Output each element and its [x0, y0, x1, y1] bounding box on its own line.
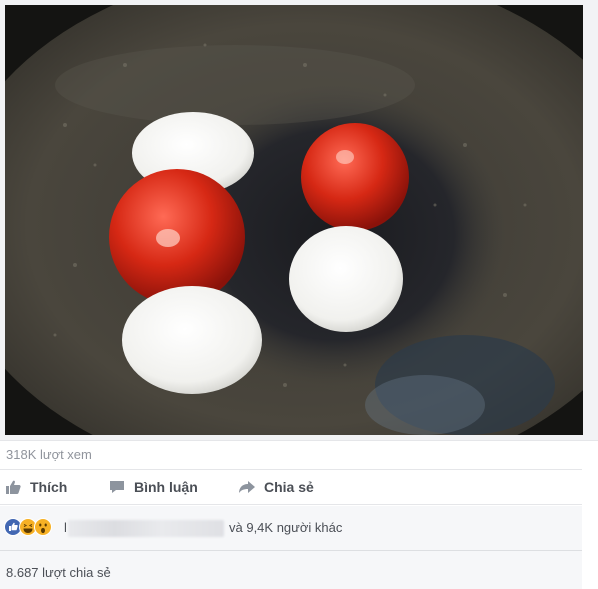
action-bar: Thích Bình luận Chia sẻ [0, 472, 582, 502]
comment-button[interactable]: Bình luận [108, 472, 198, 502]
like-button[interactable]: Thích [4, 472, 67, 502]
thumbs-up-icon [4, 478, 22, 496]
video-player[interactable] [5, 5, 583, 435]
blurred-name [68, 520, 224, 537]
share-count[interactable]: 8.687 lượt chia sẻ [6, 565, 111, 580]
divider [0, 469, 582, 470]
video-thumbnail-image [5, 5, 583, 435]
facebook-video-post: 318K lượt xem Thích Bình luận Chia sẻ l … [0, 0, 598, 589]
reaction-name-prefix: l [64, 520, 67, 535]
reaction-icons[interactable] [4, 518, 52, 538]
video-container[interactable] [0, 0, 598, 441]
share-arrow-icon [238, 478, 256, 496]
comment-label: Bình luận [134, 479, 198, 495]
share-count-row: 8.687 lượt chia sẻ [0, 551, 582, 589]
reaction-others-text[interactable]: và 9,4K người khác [229, 520, 342, 535]
view-count: 318K lượt xem [6, 447, 92, 462]
share-label: Chia sẻ [264, 479, 314, 495]
like-label: Thích [30, 479, 68, 495]
share-button[interactable]: Chia sẻ [238, 472, 314, 502]
divider [0, 504, 582, 505]
wow-reaction-icon [34, 518, 52, 536]
reactions-summary[interactable]: l và 9,4K người khác [0, 506, 582, 550]
comment-icon [108, 478, 126, 496]
